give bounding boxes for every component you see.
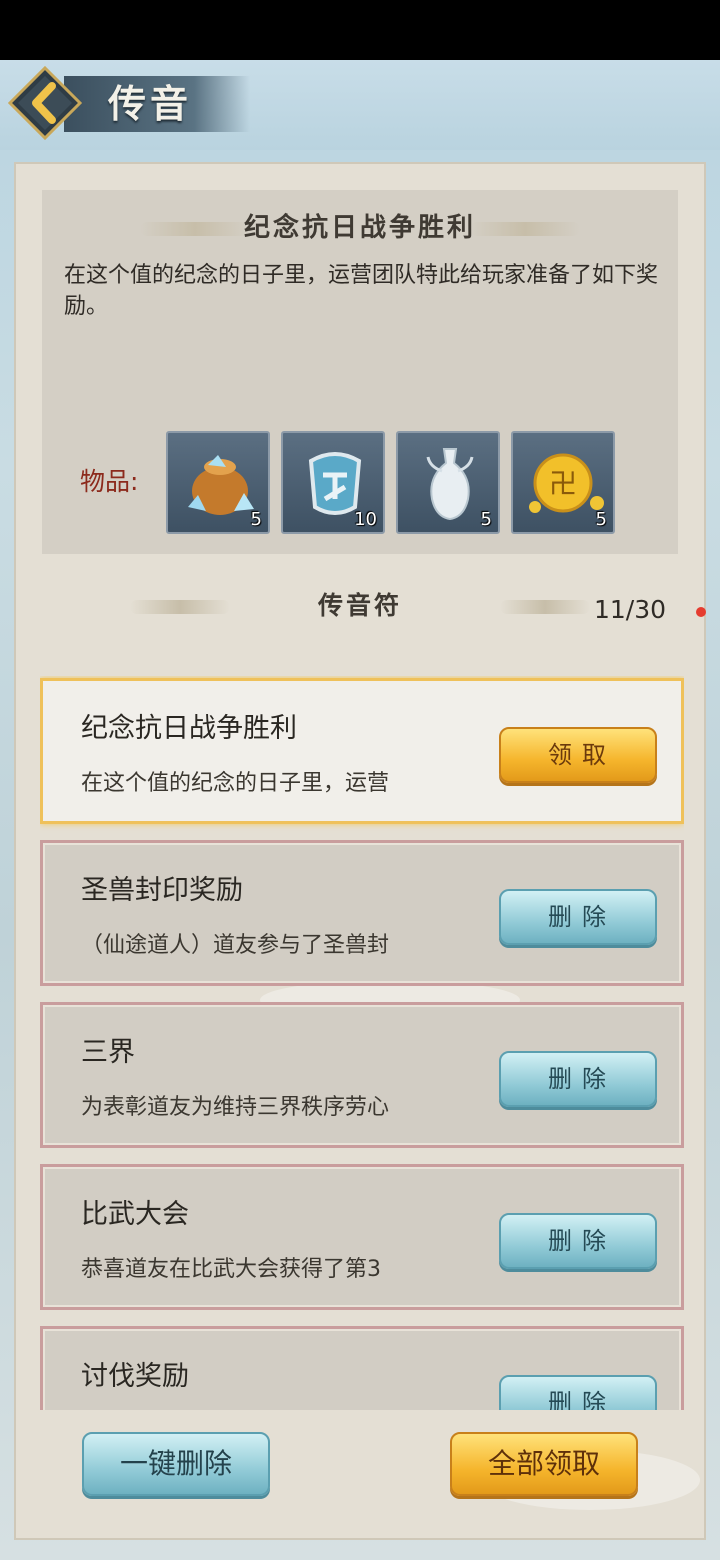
delete-button[interactable]: 删除 <box>499 1051 657 1107</box>
mail-title: 讨伐奖励 <box>81 1361 189 1392</box>
mail-item[interactable]: 三界 为表彰道友为维持三界秩序劳心 删除 <box>40 1002 684 1148</box>
page-title: 传音 <box>108 81 193 126</box>
mail-item[interactable]: 圣兽封印奖励 （仙途道人）道友参与了圣兽封 删除 <box>40 840 684 986</box>
mail-item[interactable]: 纪念抗日战争胜利 在这个值的纪念的日子里，运营 领取 <box>40 678 684 824</box>
reward-count: 10 <box>354 509 377 530</box>
reward-item[interactable]: 5 <box>396 431 500 534</box>
mail-title: 三界 <box>81 1037 135 1068</box>
spirit-stone-bag-icon <box>188 455 254 515</box>
mail-item[interactable]: 讨伐奖励 删除 <box>40 1326 684 1410</box>
mail-count: 11/30 <box>594 595 667 624</box>
delete-button[interactable]: 删除 <box>499 889 657 945</box>
section-title: 传音符 <box>317 591 402 620</box>
mail-list[interactable]: 纪念抗日战争胜利 在这个值的纪念的日子里，运营 领取 圣兽封印奖励 （仙途道人）… <box>40 676 684 1410</box>
mail-preview: 为表彰道友为维持三界秩序劳心 <box>81 1095 390 1120</box>
reward-count: 5 <box>480 509 492 530</box>
svg-text:卍: 卍 <box>549 467 577 500</box>
claim-all-button[interactable]: 全部领取 <box>450 1432 638 1496</box>
section-ornament-right <box>500 600 590 614</box>
mail-item[interactable]: 比武大会 恭喜道友在比武大会获得了第3 删除 <box>40 1164 684 1310</box>
delete-button[interactable]: 删除 <box>499 1375 657 1410</box>
reward-count: 5 <box>595 509 607 530</box>
mail-title: 圣兽封印奖励 <box>81 875 243 906</box>
detail-title: 纪念抗日战争胜利 <box>243 213 476 243</box>
delete-all-button[interactable]: 一键删除 <box>82 1432 270 1496</box>
items-label: 物品: <box>80 467 139 496</box>
reward-item[interactable]: 卍 5 <box>511 431 615 534</box>
reward-count: 5 <box>250 509 262 530</box>
gold-ingot-icon: 卍 <box>529 453 604 513</box>
porcelain-vase-icon <box>426 448 474 521</box>
mail-title: 比武大会 <box>81 1199 189 1230</box>
mail-title: 纪念抗日战争胜利 <box>81 713 297 744</box>
back-arrow-icon <box>7 65 83 141</box>
status-bar <box>0 0 720 60</box>
section-ornament-left <box>130 600 230 614</box>
reward-item[interactable]: 10 <box>281 431 385 534</box>
notification-dot <box>696 607 706 617</box>
reward-item[interactable]: 5 <box>166 431 270 534</box>
detail-body: 在这个值的纪念的日子里，运营团队特此给玩家准备了如下奖励。 <box>64 263 659 319</box>
mail-preview: 恭喜道友在比武大会获得了第3 <box>81 1257 381 1282</box>
mail-preview: 在这个值的纪念的日子里，运营 <box>81 771 390 796</box>
claim-button[interactable]: 领取 <box>499 727 657 783</box>
delete-button[interactable]: 删除 <box>499 1213 657 1269</box>
mail-preview: （仙途道人）道友参与了圣兽封 <box>81 933 390 958</box>
back-button[interactable] <box>7 65 83 141</box>
